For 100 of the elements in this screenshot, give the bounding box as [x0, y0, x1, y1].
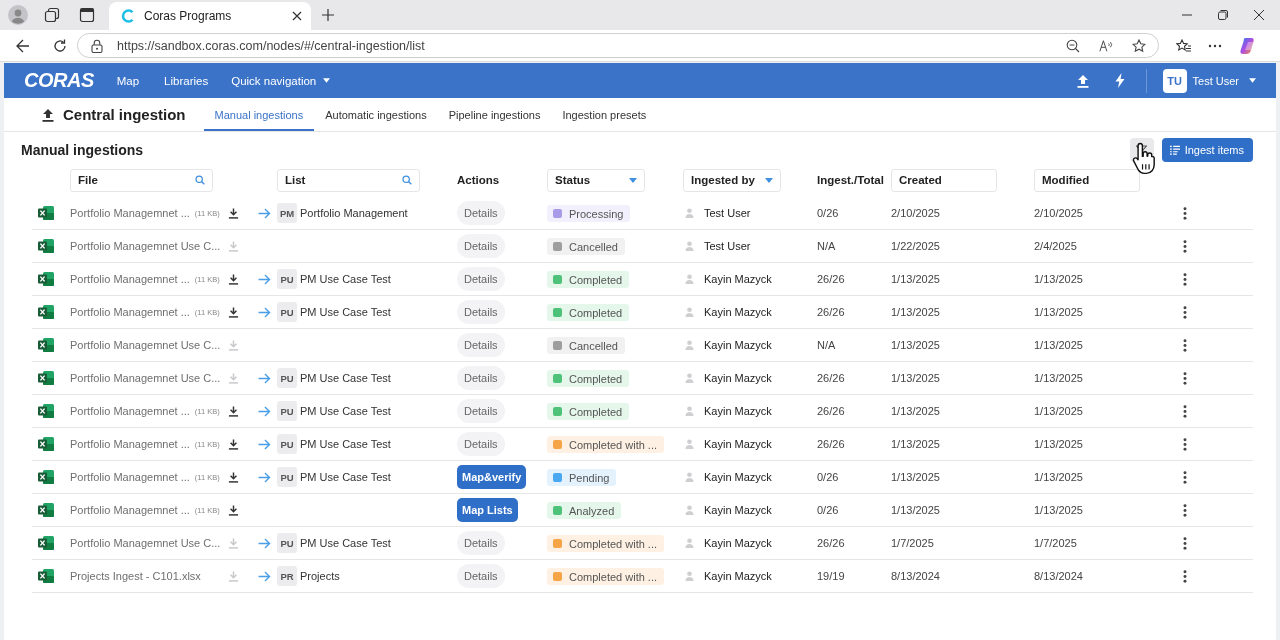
star-icon[interactable] — [1132, 38, 1146, 53]
caret-icon — [765, 177, 773, 183]
ingested-by-name: Kayin Mazyck — [704, 504, 772, 516]
spreadsheet-file-icon — [38, 469, 54, 485]
ingested-total: 26/26 — [817, 537, 846, 549]
details-button[interactable]: Details — [457, 366, 505, 390]
kebab-menu-icon[interactable] — [1183, 272, 1187, 286]
back-icon[interactable] — [16, 38, 30, 53]
details-button[interactable]: Details — [457, 531, 505, 555]
tab[interactable]: Manual ingestions — [203, 98, 315, 131]
ingested-by-name: Test User — [704, 207, 751, 219]
close-icon[interactable] — [1254, 10, 1264, 20]
file-name: Portfolio Managemnet ... — [70, 504, 190, 516]
details-button[interactable]: Details — [457, 300, 505, 324]
kebab-menu-icon[interactable] — [1183, 503, 1187, 517]
list-code-badge: PU — [277, 368, 297, 388]
details-button[interactable]: Details — [457, 333, 505, 357]
arrow-right-icon — [258, 207, 271, 219]
spreadsheet-file-icon — [38, 502, 54, 518]
spreadsheet-file-icon — [38, 535, 54, 551]
list-name: PM Use Case Test — [300, 405, 391, 417]
kebab-menu-icon[interactable] — [1183, 305, 1187, 319]
tab[interactable]: Ingestion presets — [551, 98, 658, 131]
modified-date: 1/13/2025 — [1034, 372, 1084, 384]
modified-date: 1/13/2025 — [1034, 471, 1084, 483]
column-filter-field[interactable]: Modified — [1034, 168, 1140, 192]
ingest-items-button[interactable]: Ingest items — [1161, 138, 1253, 162]
column-filter-dropdown[interactable]: Ingested by — [683, 168, 781, 192]
list-code-badge: PU — [277, 401, 297, 421]
new-tab-icon[interactable] — [322, 9, 334, 21]
download-icon[interactable] — [228, 273, 239, 285]
details-button[interactable]: Details — [457, 201, 505, 225]
column-header: Ingest./Total — [817, 174, 885, 186]
spreadsheet-file-icon — [38, 304, 54, 320]
read-aloud-icon[interactable] — [1099, 38, 1113, 53]
nav-link[interactable]: Quick navigation — [231, 74, 331, 87]
person-icon — [685, 472, 694, 482]
kebab-menu-icon[interactable] — [1183, 536, 1187, 550]
workspaces-icon[interactable] — [44, 7, 60, 23]
profile-icon[interactable] — [8, 5, 28, 25]
ingested-total: 26/26 — [817, 372, 846, 384]
details-button[interactable]: Details — [457, 399, 505, 423]
section-title: Manual ingestions — [21, 142, 144, 158]
user-name: Test User — [1192, 74, 1239, 87]
created-date: 1/13/2025 — [891, 405, 941, 417]
details-button[interactable]: Details — [457, 234, 505, 258]
column-filter-field[interactable]: Created — [891, 168, 997, 192]
close-icon[interactable] — [292, 11, 302, 21]
arrow-right-icon — [258, 405, 271, 417]
details-button[interactable]: Details — [457, 432, 505, 456]
column-search-field[interactable]: File — [70, 168, 213, 192]
download-icon[interactable] — [228, 438, 239, 450]
nav-link[interactable]: Map — [116, 74, 140, 87]
browser-tab[interactable]: Coras Programs — [109, 2, 311, 30]
file-name: Portfolio Managemnet ... — [70, 306, 190, 318]
action-button[interactable]: Map&verify — [457, 465, 527, 489]
details-button[interactable]: Details — [457, 267, 505, 291]
upload-icon[interactable] — [1076, 73, 1089, 88]
download-icon[interactable] — [228, 504, 239, 516]
status-label: Cancelled — [569, 339, 618, 352]
created-date: 8/13/2024 — [891, 570, 941, 582]
status-label: Completed — [569, 372, 623, 385]
file-name: Portfolio Managemnet Use C... — [70, 339, 221, 351]
action-button[interactable]: Map Lists — [457, 498, 518, 522]
kebab-menu-icon[interactable] — [1183, 404, 1187, 418]
arrow-right-icon — [258, 438, 271, 450]
refresh-icon[interactable] — [53, 38, 67, 53]
lightning-icon[interactable] — [1114, 73, 1125, 88]
tab-title: Coras Programs — [144, 9, 233, 23]
user-menu[interactable]: TU Test User — [1162, 68, 1256, 93]
zoom-out-icon[interactable] — [1066, 38, 1080, 53]
download-icon[interactable] — [228, 405, 239, 417]
ingested-by-name: Kayin Mazyck — [704, 471, 772, 483]
kebab-menu-icon[interactable] — [1183, 437, 1187, 451]
tab[interactable]: Automatic ingestions — [314, 98, 438, 131]
user-avatar: TU — [1162, 68, 1187, 93]
tab[interactable]: Pipeline ingestions — [437, 98, 552, 131]
site-info-icon[interactable] — [91, 38, 103, 53]
nav-link[interactable]: Libraries — [164, 74, 209, 87]
column-search-field[interactable]: List — [277, 168, 420, 192]
download-icon[interactable] — [228, 306, 239, 318]
tab-actions-icon[interactable] — [79, 7, 95, 23]
ingested-by-name: Test User — [704, 240, 751, 252]
maximize-icon[interactable] — [1218, 10, 1228, 20]
column-filter-dropdown[interactable]: Status — [547, 168, 645, 192]
ingested-by-name: Kayin Mazyck — [704, 273, 772, 285]
kebab-menu-icon[interactable] — [1183, 470, 1187, 484]
list-code-badge: PU — [277, 533, 297, 553]
kebab-menu-icon[interactable] — [1183, 338, 1187, 352]
kebab-menu-icon[interactable] — [1183, 206, 1187, 220]
kebab-menu-icon[interactable] — [1183, 371, 1187, 385]
file-name: Portfolio Managemnet ... — [70, 273, 190, 285]
kebab-menu-icon[interactable] — [1183, 239, 1187, 253]
download-icon[interactable] — [228, 207, 239, 219]
status-label: Completed with ... — [569, 537, 658, 550]
details-button[interactable]: Details — [457, 564, 505, 588]
kebab-menu-icon[interactable] — [1183, 569, 1187, 583]
favorites-icon[interactable] — [1176, 38, 1192, 53]
arrow-right-icon — [258, 471, 271, 483]
download-icon[interactable] — [228, 471, 239, 483]
